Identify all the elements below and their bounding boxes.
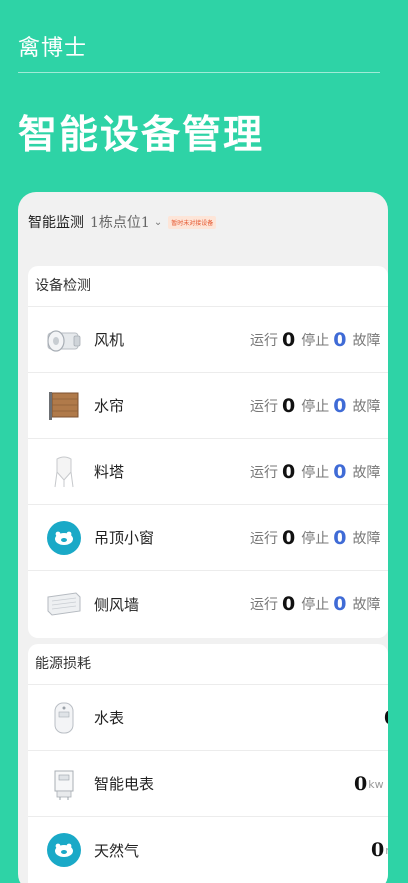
device-label: 料塔 [94,463,125,481]
energy-label: 智能电表 [94,775,155,793]
side-vent-icon [46,586,82,622]
energy-value: 0 [371,839,385,861]
energy-value: 0 [354,773,368,795]
running-label: 运行 [250,333,278,349]
stopped-count: 0 [333,593,347,615]
device-row-side-vent[interactable]: 侧风墙 运行 0 停止 0 故障 [28,571,388,637]
device-stats: 运行 0 停止 0 故障 [250,439,380,505]
device-stats: 运行 0 停止 0 故障 [250,571,380,637]
stopped-label: 停止 [301,333,330,349]
monitor-header: 智能监测 1栋点位1 ⌄ 暂时未对接设备 [28,212,217,232]
device-row-fan[interactable]: 风机 运行 0 停止 0 故障 [28,307,388,373]
stopped-count: 0 [333,329,347,351]
electric-meter-icon [46,766,82,802]
water-curtain-icon [46,388,82,424]
energy-card-title: 能源损耗 [28,644,388,685]
device-label: 侧风墙 [94,595,140,614]
energy-reading: 0 kw [354,751,384,817]
ceiling-window-icon [46,520,82,556]
stopped-label: 停止 [301,399,330,415]
location-selector[interactable]: 1栋点位1 [90,212,150,232]
energy-row-water-meter[interactable]: 水表 0 [28,685,388,751]
running-label: 运行 [250,597,278,613]
energy-reading: 0 m [371,817,388,883]
fault-label: 故障 [352,597,381,613]
device-label: 风机 [94,331,125,349]
device-detection-card: 设备检测 风机 运行 0 停止 0 故障 水帘 运行 0 停止 0 故障 料塔 … [28,266,388,638]
brand-name: 禽博士 [18,36,88,61]
page-title: 智能设备管理 [18,113,265,158]
device-stats: 运行 0 停止 0 故障 [250,505,380,571]
fault-label: 故障 [352,531,381,547]
running-label: 运行 [250,531,278,547]
energy-label: 水表 [94,709,125,727]
energy-consumption-card: 能源损耗 水表 0 [28,644,388,883]
energy-unit: m [385,844,388,857]
duct-fan-icon [46,322,82,358]
device-row-water-curtain[interactable]: 水帘 运行 0 停止 0 故障 [28,373,388,439]
stopped-count: 0 [333,527,347,549]
running-count: 0 [282,395,296,417]
device-card-title: 设备检测 [28,266,388,307]
stopped-label: 停止 [301,597,330,613]
fault-label: 故障 [352,333,381,349]
stopped-label: 停止 [301,465,330,481]
stopped-count: 0 [333,461,347,483]
energy-row-electric-meter[interactable]: 智能电表 0 kw [28,751,388,817]
running-count: 0 [282,593,296,615]
running-count: 0 [282,329,296,351]
running-label: 运行 [250,399,278,415]
fault-label: 故障 [352,399,381,415]
gas-icon [46,832,82,868]
device-stats: 运行 0 停止 0 故障 [250,373,380,439]
header-divider [18,72,380,73]
running-count: 0 [282,527,296,549]
energy-label: 天然气 [94,841,140,860]
device-row-ceiling-window[interactable]: 吊顶小窗 运行 0 停止 0 故障 [28,505,388,571]
stopped-label: 停止 [301,531,330,547]
monitor-title: 智能监测 [28,215,84,231]
running-label: 运行 [250,465,278,481]
device-label: 水帘 [94,397,125,415]
water-meter-icon [46,700,82,736]
top-bar: 禽博士 [0,0,408,74]
device-label: 吊顶小窗 [94,529,155,547]
energy-unit: kw [368,777,384,791]
status-badge: 暂时未对接设备 [168,215,217,229]
energy-row-natural-gas[interactable]: 天然气 0 m [28,817,388,883]
stopped-count: 0 [333,395,347,417]
fault-label: 故障 [352,465,381,481]
feed-tower-icon [46,454,82,490]
main-panel: 智能监测 1栋点位1 ⌄ 暂时未对接设备 设备检测 风机 运行 0 停止 0 故… [18,192,388,883]
running-count: 0 [282,461,296,483]
device-row-feed-tower[interactable]: 料塔 运行 0 停止 0 故障 [28,439,388,505]
device-stats: 运行 0 停止 0 故障 [250,307,380,373]
energy-reading: 0 [384,685,388,751]
chevron-down-icon[interactable]: ⌄ [154,217,162,228]
energy-value: 0 [384,707,388,729]
